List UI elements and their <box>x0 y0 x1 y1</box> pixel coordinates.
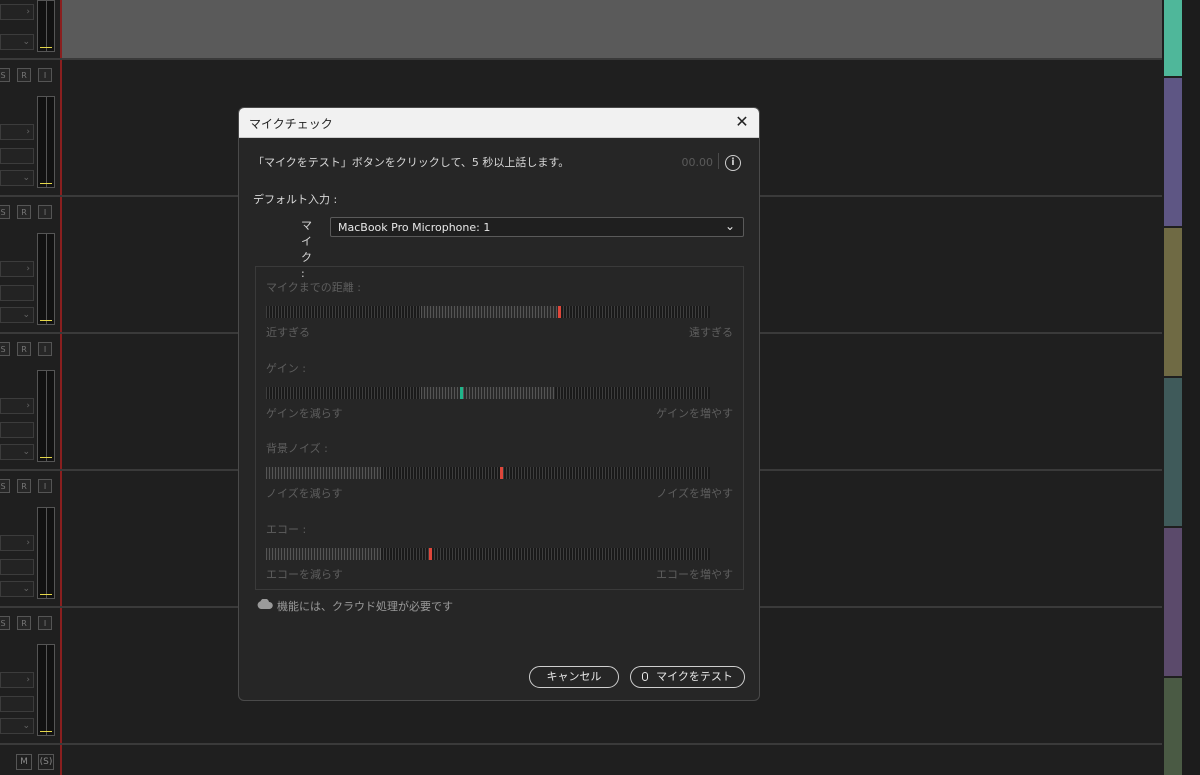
track-control[interactable]: ⌄ <box>0 444 34 460</box>
mic-check-dialog: マイクチェック ✕ 「マイクをテスト」ボタンをクリックして、5 秒以上話します。… <box>238 107 760 701</box>
meter-left-label: 近すぎる <box>266 326 310 339</box>
meter-marker <box>429 548 433 560</box>
meter-right-label: ノイズを増やす <box>656 487 733 500</box>
default-input-label: デフォルト入力 : <box>253 193 338 206</box>
info-icon[interactable]: i <box>725 155 741 171</box>
meter-range <box>421 387 555 399</box>
track-button-r[interactable]: R <box>17 616 31 630</box>
instruction-text: 「マイクをテスト」ボタンをクリックして、5 秒以上話します。 <box>253 156 570 169</box>
meter-right-label: ゲインを増やす <box>656 407 733 420</box>
mic-select[interactable]: MacBook Pro Microphone: 1 ⌄ <box>330 217 744 237</box>
meter-range <box>266 548 382 560</box>
track-button-s[interactable]: S <box>0 205 10 219</box>
meter-left-label: エコーを減らす <box>266 568 343 581</box>
track-button-r[interactable]: R <box>17 479 31 493</box>
level-meter <box>37 0 55 52</box>
track-separator <box>0 58 1162 60</box>
track-control[interactable] <box>0 422 34 438</box>
meter-range <box>421 306 560 318</box>
track-button-i[interactable]: I <box>38 616 52 630</box>
track-control[interactable] <box>0 285 34 301</box>
meter-title: マイクまでの距離 : <box>266 281 361 294</box>
track-control[interactable]: ⌄ <box>0 307 34 323</box>
level-meter <box>37 644 55 736</box>
cloud-processing-note: 機能には、クラウド処理が必要です <box>277 600 453 613</box>
track-color-strip[interactable] <box>1164 0 1182 76</box>
track-control[interactable]: ⌄ <box>0 170 34 186</box>
track-control[interactable]: ⌄ <box>0 34 34 50</box>
meter-title: ゲイン : <box>266 362 306 375</box>
track-control[interactable] <box>0 559 34 575</box>
track-button-s[interactable]: S <box>0 616 10 630</box>
track-color-strip[interactable] <box>1164 78 1182 226</box>
track-control[interactable]: › <box>0 124 34 140</box>
track-control[interactable]: › <box>0 261 34 277</box>
audio-clip[interactable] <box>62 0 1162 58</box>
track-control[interactable] <box>0 148 34 164</box>
divider <box>718 153 719 169</box>
meters-panel: マイクまでの距離 : 近すぎる 遠すぎるゲイン : ゲインを減らす ゲインを増やす背景ノ… <box>255 266 744 590</box>
meter-marker <box>558 306 562 318</box>
meter-bar <box>266 306 710 318</box>
mic-select-value: MacBook Pro Microphone: 1 <box>338 221 491 234</box>
track-button-i[interactable]: I <box>38 479 52 493</box>
dialog-title: マイクチェック <box>249 117 333 131</box>
meter-range <box>266 467 382 479</box>
chevron-down-icon: ⌄ <box>724 219 735 233</box>
track-button-s[interactable]: S <box>0 479 10 493</box>
track-button-r[interactable]: R <box>17 205 31 219</box>
track-button-i[interactable]: I <box>38 205 52 219</box>
close-icon[interactable]: ✕ <box>733 113 751 131</box>
track-color-strip[interactable] <box>1164 228 1182 376</box>
playhead-boundary <box>60 0 62 775</box>
meter-bar <box>266 387 710 399</box>
level-meter <box>37 96 55 188</box>
meter-marker <box>500 467 504 479</box>
meter-title: 背景ノイズ : <box>266 442 328 455</box>
level-meter <box>37 233 55 325</box>
track-control[interactable]: › <box>0 398 34 414</box>
solo-button[interactable]: (S) <box>38 754 54 770</box>
track-control[interactable] <box>0 696 34 712</box>
cloud-icon <box>257 599 273 609</box>
cancel-button[interactable]: キャンセル <box>529 666 619 688</box>
track-button-i[interactable]: I <box>38 68 52 82</box>
track-control[interactable]: ⌄ <box>0 718 34 734</box>
meter-bar <box>266 467 710 479</box>
track-control[interactable]: › <box>0 672 34 688</box>
vertical-scrollbar[interactable] <box>1182 0 1200 775</box>
timer-readout: 00.00 <box>681 156 714 169</box>
track-button-s[interactable]: S <box>0 342 10 356</box>
track-control[interactable]: › <box>0 535 34 551</box>
track-control[interactable]: ⌄ <box>0 581 34 597</box>
track-color-strip[interactable] <box>1164 378 1182 526</box>
track-control[interactable]: › <box>0 4 34 20</box>
track-button-r[interactable]: R <box>17 68 31 82</box>
test-mic-label: マイクをテスト <box>656 670 733 683</box>
test-mic-button[interactable]: マイクをテスト <box>630 666 745 688</box>
track-color-strip[interactable] <box>1164 678 1182 775</box>
track-button-s[interactable]: S <box>0 68 10 82</box>
meter-right-label: 遠すぎる <box>689 326 733 339</box>
meter-bar <box>266 548 710 560</box>
level-meter <box>37 507 55 599</box>
meter-title: エコー : <box>266 523 307 536</box>
track-separator <box>0 743 1162 745</box>
meter-right-label: エコーを増やす <box>656 568 733 581</box>
meter-left-label: ノイズを減らす <box>266 487 343 500</box>
track-color-strip[interactable] <box>1164 528 1182 676</box>
dialog-title-bar: マイクチェック ✕ <box>239 108 759 138</box>
mute-button[interactable]: M <box>16 754 32 770</box>
track-button-i[interactable]: I <box>38 342 52 356</box>
meter-left-label: ゲインを減らす <box>266 407 343 420</box>
microphone-icon <box>642 672 649 681</box>
level-meter <box>37 370 55 462</box>
meter-marker <box>460 387 464 399</box>
track-button-r[interactable]: R <box>17 342 31 356</box>
